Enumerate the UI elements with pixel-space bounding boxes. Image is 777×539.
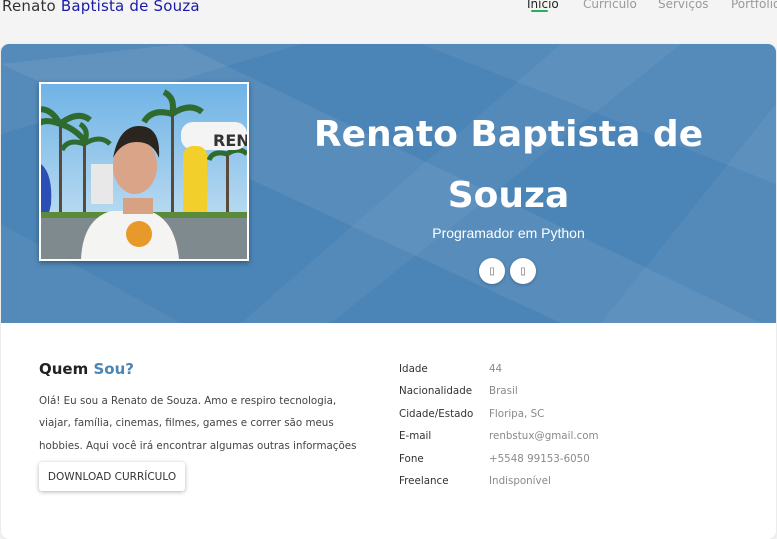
info-value: Indisponível <box>489 475 551 487</box>
info-label: Cidade/Estado <box>399 408 474 420</box>
download-cv-button[interactable]: DOWNLOAD CURRÍCULO <box>39 462 185 491</box>
svg-text:REN: REN <box>213 131 247 150</box>
info-value: +5548 99153-6050 <box>489 453 590 465</box>
info-label: Nacionalidade <box>399 385 473 397</box>
about-title: Quem Sou? <box>39 360 134 378</box>
info-value: 44 <box>489 363 503 375</box>
info-row-cidade-estado: Cidade/Estado Floripa, SC <box>399 408 759 424</box>
info-row-nacionalidade: Nacionalidade Brasil <box>399 385 759 401</box>
profile-card: REN Renato Baptista de Souza Programador… <box>1 44 776 539</box>
social-button-2[interactable]: ▯ <box>510 258 536 284</box>
nav-link-portfolio[interactable]: Portfólio <box>731 0 777 11</box>
nav-link-servicos[interactable]: Serviços <box>658 0 709 11</box>
info-value: Floripa, SC <box>489 408 545 420</box>
profile-photo-image: REN <box>41 84 247 259</box>
info-label: Fone <box>399 453 424 465</box>
top-navbar: Renato Baptista de Souza Início Currícul… <box>0 0 777 40</box>
hero-name: Renato Baptista de Souza <box>281 104 736 226</box>
info-label: Idade <box>399 363 428 375</box>
social-button-1[interactable]: ▯ <box>479 258 505 284</box>
hero-banner: REN Renato Baptista de Souza Programador… <box>1 44 776 323</box>
profile-photo: REN <box>39 82 249 261</box>
info-value: Brasil <box>489 385 518 397</box>
hero-role: Programador em Python <box>432 225 585 241</box>
info-label: Freelance <box>399 475 449 487</box>
info-row-fone: Fone +5548 99153-6050 <box>399 453 759 469</box>
main-nav: Início Currículo Serviços Portfólio <box>0 0 777 17</box>
info-row-freelance: Freelance Indisponível <box>399 475 759 491</box>
social-icon-1: ▯ <box>489 265 495 277</box>
about-title-first: Quem <box>39 360 89 378</box>
nav-active-indicator <box>531 10 548 12</box>
info-row-idade: Idade 44 <box>399 363 759 379</box>
info-row-email: E-mail renbstux@gmail.com <box>399 430 759 446</box>
hero-name-line-2: Souza <box>447 175 570 216</box>
info-value[interactable]: renbstux@gmail.com <box>489 430 599 442</box>
hero-name-line-1: Renato Baptista de <box>313 114 704 155</box>
social-icon-2: ▯ <box>520 265 526 277</box>
info-label: E-mail <box>399 430 432 442</box>
nav-link-curriculo[interactable]: Currículo <box>583 0 637 11</box>
about-title-accent: Sou? <box>93 360 134 378</box>
